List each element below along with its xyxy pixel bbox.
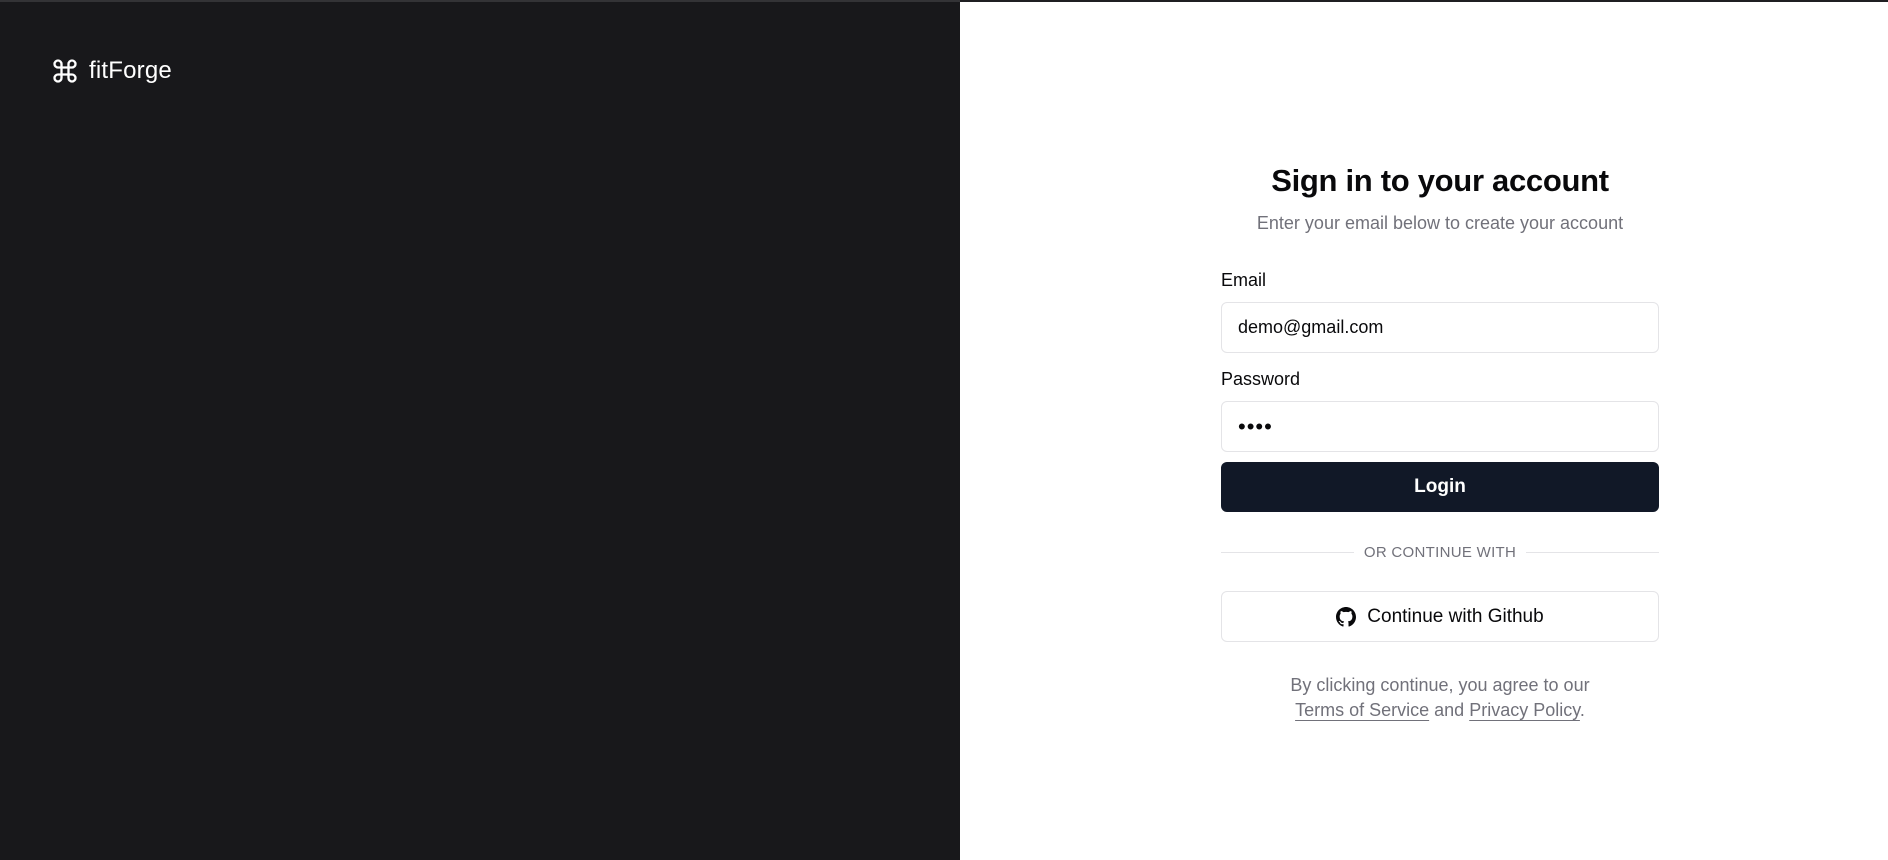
github-button-label: Continue with Github (1367, 605, 1544, 627)
login-button[interactable]: Login (1221, 462, 1659, 512)
legal-prefix: By clicking continue, you agree to our (1290, 675, 1590, 695)
brand-logo: fitForge (51, 57, 172, 85)
brand-panel: fitForge (0, 0, 960, 860)
legal-suffix: . (1579, 700, 1585, 720)
privacy-link[interactable]: Privacy Policy (1469, 700, 1580, 720)
legal-conjunction: and (1434, 700, 1465, 720)
email-field[interactable] (1221, 302, 1659, 353)
email-label: Email (1221, 270, 1267, 290)
auth-panel: Sign in to your account Enter your email… (960, 0, 1888, 860)
divider-line-right (1526, 551, 1660, 553)
brand-name: fitForge (89, 57, 172, 84)
login-form: Sign in to your account Enter your email… (1221, 160, 1660, 723)
legal-notice: By clicking continue, you agree to our T… (1221, 673, 1659, 723)
divider: OR CONTINUE WITH (1221, 542, 1660, 562)
command-icon (53, 59, 77, 83)
page-subtitle: Enter your email below to create your ac… (1256, 213, 1624, 233)
divider-text: OR CONTINUE WITH (1363, 543, 1517, 561)
github-button[interactable]: Continue with Github (1221, 591, 1659, 642)
terms-link[interactable]: Terms of Service (1295, 700, 1429, 720)
github-icon (1336, 606, 1357, 627)
divider-line-left (1221, 551, 1354, 553)
login-page: fitForge Sign in to your account Enter y… (0, 0, 1888, 860)
password-label: Password (1221, 369, 1301, 389)
password-field[interactable] (1221, 401, 1659, 452)
page-title: Sign in to your account (1271, 163, 1609, 198)
